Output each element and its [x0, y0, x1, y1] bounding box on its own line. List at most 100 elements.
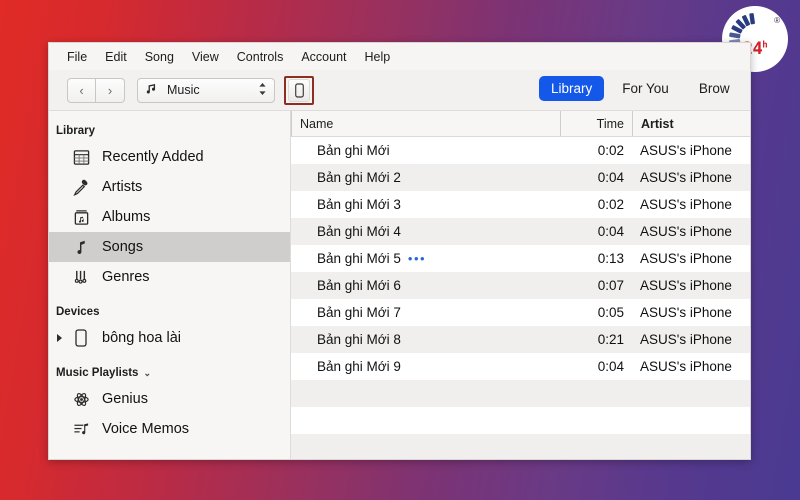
sidebar-section-devices: Devices — [49, 292, 290, 323]
column-header-time[interactable]: Time — [560, 111, 632, 136]
menu-bar: File Edit Song View Controls Account Hel… — [49, 43, 750, 70]
menu-help[interactable]: Help — [356, 48, 400, 66]
cell-time: 0:07 — [560, 272, 632, 299]
column-header-name[interactable]: Name — [291, 111, 560, 136]
cell-time: 0:05 — [560, 299, 632, 326]
iphone-icon — [69, 329, 93, 347]
chevron-updown-glyph — [258, 82, 267, 96]
sidebar-item-label: Albums — [102, 209, 150, 225]
genres-icon — [69, 269, 93, 286]
forward-button[interactable]: › — [96, 78, 125, 103]
sidebar-item-genius[interactable]: Genius — [49, 384, 290, 414]
table-row[interactable]: Bản ghi Mới 7 0:05 ASUS's iPhone — [291, 299, 750, 326]
table-row[interactable]: Bản ghi Mới 8 0:21 ASUS's iPhone — [291, 326, 750, 353]
genres-glyph — [73, 269, 90, 286]
chevron-down-icon[interactable]: ⌄ — [143, 368, 151, 379]
sidebar-item-voice-memos[interactable]: Voice Memos — [49, 414, 290, 444]
sidebar-section-music-playlists[interactable]: Music Playlists ⌄ — [49, 353, 290, 384]
cell-name: Bản ghi Mới 3 — [291, 191, 560, 218]
sidebar: Library Recently Added — [49, 111, 291, 459]
chevron-updown-icon — [258, 82, 267, 98]
registered-trademark-icon: ® — [774, 17, 780, 25]
cell-time: 0:04 — [560, 164, 632, 191]
empty-row — [291, 380, 750, 407]
row-more-options-button[interactable]: ••• — [408, 252, 426, 265]
navigation-buttons: ‹ › — [67, 78, 125, 103]
media-type-selector[interactable]: Music — [137, 78, 275, 103]
sidebar-item-artists[interactable]: Artists — [49, 172, 290, 202]
media-type-label: Music — [167, 83, 258, 97]
menu-view[interactable]: View — [183, 48, 228, 66]
table-row[interactable]: Bản ghi Mới 9 0:04 ASUS's iPhone — [291, 353, 750, 380]
sidebar-section-devices-label: Devices — [56, 306, 99, 318]
cell-time: 0:04 — [560, 218, 632, 245]
cell-name: Bản ghi Mới 2 — [291, 164, 560, 191]
music-note-glyph — [73, 239, 90, 256]
sidebar-item-songs[interactable]: Songs — [49, 232, 290, 262]
tab-for-you[interactable]: For You — [610, 76, 681, 101]
menu-file[interactable]: File — [58, 48, 96, 66]
table-row[interactable]: Bản ghi Mới 6 0:07 ASUS's iPhone — [291, 272, 750, 299]
device-button-highlighted[interactable] — [284, 76, 314, 105]
album-glyph — [73, 209, 90, 226]
sidebar-item-device-bong-hoa-lai[interactable]: bông hoa lài — [49, 323, 290, 353]
table-row[interactable]: Bản ghi Mới 3 0:02 ASUS's iPhone — [291, 191, 750, 218]
music-note-icon — [145, 82, 158, 98]
top-tabs: Library For You Brow — [539, 76, 742, 101]
genius-atom-glyph — [73, 391, 90, 408]
cell-artist: ASUS's iPhone — [632, 137, 750, 164]
column-header-artist[interactable]: Artist — [632, 111, 750, 136]
menu-account[interactable]: Account — [292, 48, 355, 66]
iphone-glyph — [295, 83, 304, 98]
disclosure-triangle-icon[interactable] — [57, 334, 62, 342]
sidebar-item-label: Genres — [102, 269, 150, 285]
sidebar-item-label: bông hoa lài — [102, 330, 181, 346]
cell-time: 0:02 — [560, 137, 632, 164]
sidebar-item-albums[interactable]: Albums — [49, 202, 290, 232]
voice-memos-glyph — [73, 421, 90, 438]
voice-memos-icon — [69, 421, 93, 438]
cell-artist: ASUS's iPhone — [632, 245, 750, 272]
cell-time: 0:13 — [560, 245, 632, 272]
cell-time: 0:21 — [560, 326, 632, 353]
sidebar-item-label: Songs — [102, 239, 143, 255]
back-button[interactable]: ‹ — [67, 78, 96, 103]
cell-artist: ASUS's iPhone — [632, 326, 750, 353]
menu-song[interactable]: Song — [136, 48, 183, 66]
sidebar-item-genres[interactable]: Genres — [49, 262, 290, 292]
window-body: Library Recently Added — [49, 111, 750, 459]
cell-name-text: Bản ghi Mới 5 — [317, 251, 401, 266]
cell-artist: ASUS's iPhone — [632, 299, 750, 326]
track-list-header: Name Time Artist — [291, 111, 750, 137]
album-icon — [69, 209, 93, 226]
sidebar-section-music-playlists-label: Music Playlists — [56, 367, 138, 379]
track-list: Name Time Artist Bản ghi Mới 0:02 ASUS's… — [291, 111, 750, 459]
music-note-glyph — [145, 82, 158, 95]
cell-name: Bản ghi Mới 8 — [291, 326, 560, 353]
sidebar-section-library: Library — [49, 119, 290, 142]
sidebar-item-label: Recently Added — [102, 149, 204, 165]
sidebar-item-label: Voice Memos — [102, 421, 189, 437]
table-row[interactable]: Bản ghi Mới 5 ••• 0:13 ASUS's iPhone — [291, 245, 750, 272]
table-row[interactable]: Bản ghi Mới 0:02 ASUS's iPhone — [291, 137, 750, 164]
calendar-grid-icon — [69, 149, 93, 166]
cell-name: Bản ghi Mới 4 — [291, 218, 560, 245]
cell-name: Bản ghi Mới 9 — [291, 353, 560, 380]
sidebar-section-library-label: Library — [56, 125, 95, 137]
sidebar-item-label: Artists — [102, 179, 142, 195]
menu-edit[interactable]: Edit — [96, 48, 136, 66]
menu-controls[interactable]: Controls — [228, 48, 293, 66]
cell-time: 0:02 — [560, 191, 632, 218]
tab-library[interactable]: Library — [539, 76, 604, 101]
genius-atom-icon — [69, 391, 93, 408]
track-list-empty-area — [291, 380, 750, 460]
table-row[interactable]: Bản ghi Mới 4 0:04 ASUS's iPhone — [291, 218, 750, 245]
cell-name: Bản ghi Mới — [291, 137, 560, 164]
table-row[interactable]: Bản ghi Mới 2 0:04 ASUS's iPhone — [291, 164, 750, 191]
cell-time: 0:04 — [560, 353, 632, 380]
cell-name: Bản ghi Mới 7 — [291, 299, 560, 326]
tab-browse[interactable]: Brow — [687, 76, 742, 101]
empty-row — [291, 434, 750, 460]
sidebar-item-label: Genius — [102, 391, 148, 407]
sidebar-item-recently-added[interactable]: Recently Added — [49, 142, 290, 172]
